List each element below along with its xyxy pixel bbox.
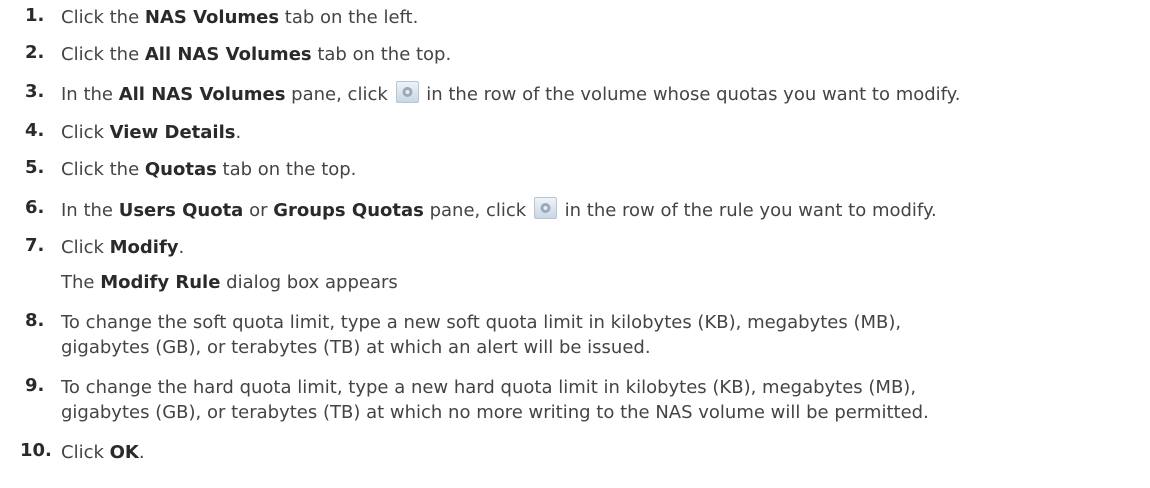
step-text: Click OK. (61, 442, 145, 463)
step-text: Click the Quotas tab on the top. (61, 159, 357, 180)
ui-term: Groups Quotas (273, 200, 424, 221)
ui-term: All NAS Volumes (118, 84, 286, 105)
ui-term: OK (109, 442, 139, 463)
ui-term: Modify (109, 237, 179, 258)
ui-term: All NAS Volumes (144, 44, 312, 65)
ui-term: Users Quota (118, 200, 244, 221)
step-number: 9. (25, 375, 45, 396)
step-text: Click the NAS Volumes tab on the left. (61, 7, 419, 28)
step-text: In the All NAS Volumes pane, click in th… (61, 81, 1150, 107)
step-text: Click Modify. (61, 237, 185, 258)
ui-term: Modify Rule (100, 272, 221, 293)
step-number: 1. (25, 5, 45, 26)
gear-icon (395, 81, 419, 103)
step-text: To change the hard quota limit, type a n… (61, 377, 929, 423)
step-text: To change the soft quota limit, type a n… (61, 312, 902, 358)
step-number: 3. (25, 81, 45, 102)
step-number: 4. (25, 120, 45, 141)
ui-term: NAS Volumes (144, 7, 280, 28)
ui-term: View Details (109, 122, 236, 143)
step-number: 8. (25, 310, 45, 331)
procedure-page: 1. Click the NAS Volumes tab on the left… (0, 0, 1150, 488)
gear-icon (533, 197, 557, 219)
step-text: Click View Details. (61, 122, 242, 143)
ui-term: Quotas (144, 159, 217, 180)
step-text: In the Users Quota or Groups Quotas pane… (61, 197, 1150, 223)
step-number: 7. (25, 235, 45, 256)
step-result-note: The Modify Rule dialog box appears (61, 272, 398, 293)
step-number: 2. (25, 42, 45, 63)
step-text: Click the All NAS Volumes tab on the top… (61, 44, 452, 65)
step-number: 5. (25, 157, 45, 178)
step-number: 10. (20, 440, 52, 461)
step-number: 6. (25, 197, 45, 218)
